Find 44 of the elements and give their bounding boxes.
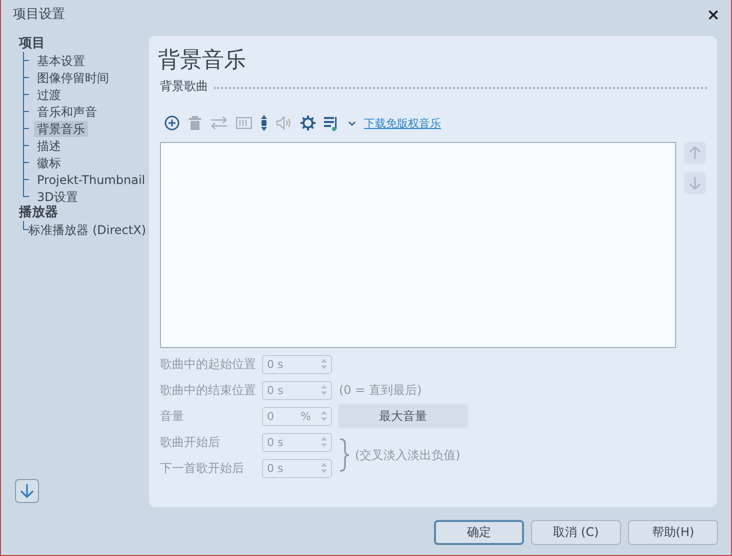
field-label: 歌曲开始后: [160, 434, 221, 450]
song-list[interactable]: [160, 142, 676, 348]
spin-arrows-icon: [321, 385, 327, 395]
close-button[interactable]: ×: [704, 4, 723, 24]
fade-note: (交叉淡入淡出负值): [355, 446, 460, 464]
field-label: 音量: [160, 408, 185, 424]
tree-item[interactable]: 基本设置: [34, 52, 88, 68]
arrow-up-icon: [689, 146, 701, 160]
section-title: 背景歌曲: [160, 78, 208, 95]
field-note: (0 = 直到最后): [339, 382, 422, 398]
tree-group[interactable]: 播放器: [19, 205, 58, 221]
page-title: 背景音乐: [158, 47, 247, 75]
arrow-down-icon: [689, 176, 701, 190]
tree-item[interactable]: 图像停留时间: [34, 70, 112, 86]
tree-item[interactable]: 音乐和声音: [34, 104, 100, 120]
spin-arrows-icon: [321, 411, 327, 421]
tree-group[interactable]: 项目: [19, 36, 45, 52]
move-up-button[interactable]: [684, 142, 706, 164]
settings-icon[interactable]: [300, 115, 316, 131]
window-title: 项目设置: [13, 6, 65, 23]
dialog-button[interactable]: 确定: [434, 520, 524, 544]
field-label: 歌曲中的结束位置: [160, 382, 257, 398]
brace-icon: [338, 438, 350, 472]
field-label: 下一首歌开始后: [160, 460, 245, 476]
caret-icon[interactable]: [348, 120, 356, 126]
dialog-button[interactable]: 帮助(H): [628, 520, 718, 544]
tree-item[interactable]: Projekt-Thumbnail: [34, 172, 148, 188]
spin-arrows-icon: [321, 463, 327, 473]
max-volume-button[interactable]: 最大音量: [338, 404, 468, 428]
move-down-button[interactable]: [684, 172, 706, 194]
tree-item[interactable]: 标准播放器 (DirectX): [26, 222, 149, 238]
spin-arrows-icon: [321, 437, 327, 447]
collapse-button[interactable]: [15, 479, 39, 503]
tree-item[interactable]: 背景音乐: [34, 120, 88, 136]
field-label: 歌曲中的起始位置: [160, 356, 257, 372]
dialog-button[interactable]: 取消 (C): [531, 520, 621, 544]
add-icon[interactable]: [164, 115, 180, 131]
spin-arrows-icon: [321, 359, 327, 369]
tree-item[interactable]: 徽标: [34, 154, 64, 170]
arrow-down-icon: [20, 483, 34, 499]
tree-item[interactable]: 描述: [34, 138, 64, 154]
tree-item[interactable]: 过渡: [34, 86, 64, 102]
tree-item[interactable]: 3D设置: [34, 188, 81, 204]
up-down-icon[interactable]: [260, 115, 268, 131]
